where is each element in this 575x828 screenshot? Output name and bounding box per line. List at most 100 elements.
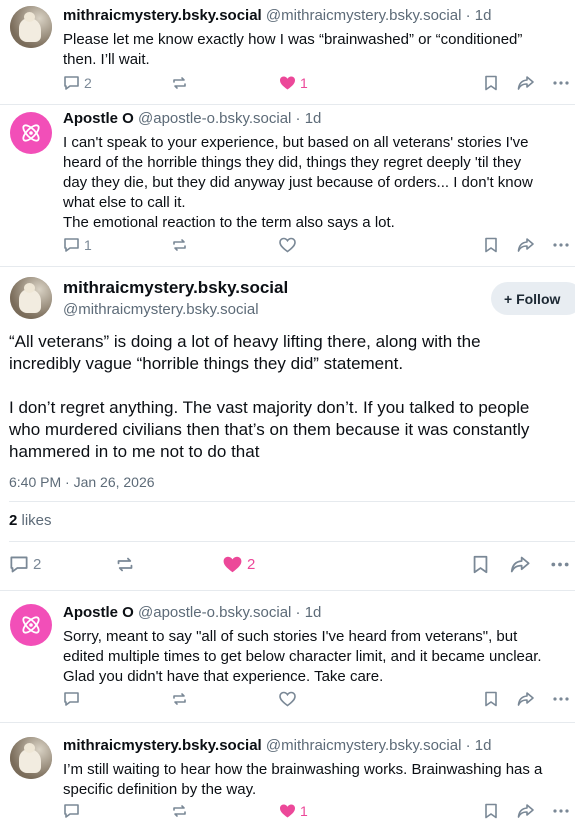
bookmark-icon [485, 803, 497, 819]
like-count: 1 [300, 75, 308, 91]
reply-count: 1 [84, 237, 92, 253]
post-actions: 1 [63, 803, 575, 823]
share-icon [517, 238, 534, 252]
atom-logo-icon [22, 124, 40, 142]
reply-icon [64, 238, 79, 252]
avatar[interactable] [10, 737, 52, 779]
author-handle[interactable]: @apostle-o.bsky.social · 1d [138, 604, 321, 621]
like-button[interactable]: 2 [222, 555, 255, 574]
divider [9, 501, 575, 502]
like-count: 1 [300, 803, 308, 819]
repost-icon [173, 693, 186, 705]
reply-button[interactable]: 1 [63, 237, 92, 253]
author-handle[interactable]: @mithraicmystery.bsky.social · 1d [266, 737, 492, 754]
divider [0, 266, 575, 267]
repost-icon [173, 77, 186, 89]
share-icon [510, 556, 530, 573]
likes-summary[interactable]: 2 likes [9, 512, 52, 529]
divider [9, 541, 575, 542]
post-text: I’m still waiting to hear how the brainw… [63, 761, 543, 798]
post-text: Sorry, meant to say "all of such stories… [63, 628, 542, 685]
avatar[interactable] [10, 604, 52, 646]
author-name[interactable]: Apostle O [63, 110, 134, 127]
share-button[interactable] [517, 237, 535, 253]
repost-button[interactable] [115, 555, 135, 574]
reply-icon [64, 76, 79, 90]
post-text: Please let me know exactly how I was “br… [63, 31, 523, 68]
divider [0, 104, 575, 105]
reply-button[interactable]: 2 [63, 75, 92, 91]
post-actions: 2 1 [63, 75, 575, 95]
avatar[interactable] [10, 112, 52, 154]
bookmark-icon [485, 75, 497, 91]
share-icon [517, 692, 534, 706]
heart-filled-icon [223, 556, 242, 573]
avatar[interactable] [10, 6, 52, 48]
repost-icon [173, 239, 186, 251]
more-options-button[interactable] [552, 691, 570, 707]
like-button[interactable] [279, 691, 296, 707]
author-handle[interactable]: @apostle-o.bsky.social · 1d [138, 110, 321, 127]
repost-button[interactable] [171, 803, 188, 819]
bookmark-button[interactable] [484, 803, 498, 819]
bookmark-button[interactable] [484, 75, 498, 91]
post-timestamp[interactable]: 6:40 PM · Jan 26, 2026 [9, 474, 155, 490]
more-options-button[interactable] [552, 75, 570, 91]
author-handle[interactable]: @mithraicmystery.bsky.social [63, 301, 259, 318]
heart-icon [279, 691, 296, 707]
share-button[interactable] [517, 691, 535, 707]
likes-label: likes [21, 512, 52, 529]
author-name[interactable]: Apostle O [63, 604, 134, 621]
bookmark-icon [473, 555, 488, 574]
likes-count: 2 [9, 512, 18, 529]
ellipsis-icon [553, 243, 569, 247]
author-name[interactable]: mithraicmystery.bsky.social [63, 7, 262, 24]
like-button[interactable]: 1 [279, 803, 308, 819]
divider [0, 590, 575, 591]
repost-icon [173, 805, 186, 817]
share-button[interactable] [510, 555, 531, 574]
main-post-actions: 2 2 [9, 555, 575, 577]
post-actions: 1 [63, 237, 575, 257]
post-text: I can't speak to your experience, but ba… [63, 134, 533, 231]
share-button[interactable] [517, 75, 535, 91]
like-button[interactable] [279, 237, 296, 253]
bookmark-button[interactable] [484, 691, 498, 707]
repost-button[interactable] [171, 691, 188, 707]
more-options-button[interactable] [552, 803, 570, 819]
heart-filled-icon [280, 804, 295, 818]
repost-button[interactable] [171, 237, 188, 253]
share-button[interactable] [517, 803, 535, 819]
bookmark-button[interactable] [484, 237, 498, 253]
like-button[interactable]: 1 [279, 75, 308, 91]
bookmark-button[interactable] [472, 555, 489, 574]
author-handle[interactable]: @mithraicmystery.bsky.social · 1d [266, 7, 492, 24]
bookmark-icon [485, 691, 497, 707]
avatar[interactable] [10, 277, 52, 319]
reply-button[interactable] [63, 803, 80, 819]
more-options-button[interactable] [550, 555, 570, 574]
ellipsis-icon [553, 809, 569, 813]
divider [0, 722, 575, 723]
reply-button[interactable] [63, 691, 80, 707]
reply-icon [64, 692, 79, 706]
reply-button[interactable]: 2 [9, 555, 41, 574]
reply-icon [10, 556, 28, 573]
reply-count: 2 [84, 75, 92, 91]
reply-count: 2 [33, 556, 42, 573]
ellipsis-icon [553, 697, 569, 701]
author-name[interactable]: mithraicmystery.bsky.social [63, 737, 262, 754]
repost-icon [117, 557, 133, 572]
reply-icon [64, 804, 79, 818]
atom-logo-icon [22, 616, 40, 634]
share-icon [517, 804, 534, 818]
like-count: 2 [247, 556, 256, 573]
repost-button[interactable] [171, 75, 188, 91]
post-actions [63, 691, 575, 711]
author-name[interactable]: mithraicmystery.bsky.social [63, 278, 288, 298]
heart-filled-icon [280, 76, 295, 90]
follow-button[interactable]: + Follow [491, 282, 575, 315]
more-options-button[interactable] [552, 237, 570, 253]
post-text: “All veterans” is doing a lot of heavy l… [9, 332, 530, 461]
heart-icon [279, 237, 296, 253]
